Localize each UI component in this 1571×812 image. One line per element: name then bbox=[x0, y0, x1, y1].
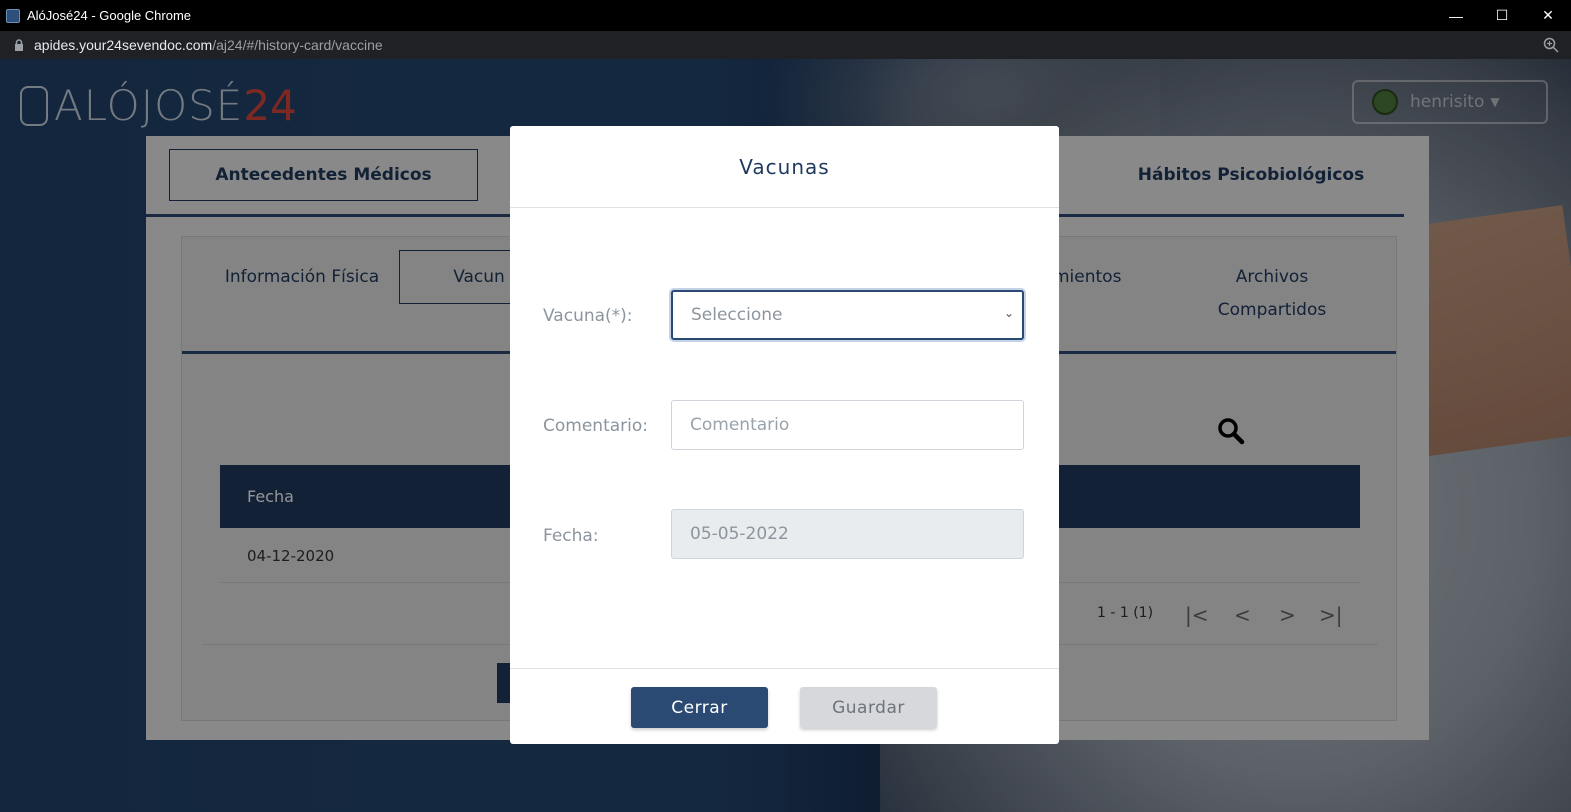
date-value: 05-05-2022 bbox=[690, 524, 789, 544]
url-path: /aj24/#/history-card/vaccine bbox=[212, 37, 383, 53]
close-button[interactable]: Cerrar bbox=[631, 687, 768, 728]
site-favicon-icon bbox=[6, 8, 20, 23]
modal-title: Vacunas bbox=[739, 154, 830, 179]
date-label: Fecha: bbox=[543, 526, 599, 546]
lock-icon bbox=[12, 38, 26, 52]
modal-footer: Cerrar Guardar bbox=[510, 668, 1059, 744]
address-bar[interactable]: apides.your24sevendoc.com /aj24/#/histor… bbox=[0, 31, 1571, 59]
browser-titlebar: AlóJosé24 - Google Chrome — ☐ ✕ bbox=[0, 0, 1571, 31]
modal-header: Vacunas bbox=[510, 126, 1059, 208]
date-field: 05-05-2022 bbox=[671, 509, 1024, 559]
close-icon[interactable]: ✕ bbox=[1525, 0, 1571, 31]
comment-label: Comentario: bbox=[543, 416, 648, 436]
vaccine-select-value: Seleccione bbox=[691, 305, 783, 325]
comment-input[interactable]: Comentario bbox=[671, 400, 1024, 450]
vaccine-select[interactable]: Seleccione ⌄ bbox=[671, 290, 1024, 340]
url-host: apides.your24sevendoc.com bbox=[34, 37, 213, 53]
comment-placeholder: Comentario bbox=[690, 415, 790, 435]
chevron-down-icon: ⌄ bbox=[1003, 306, 1014, 320]
vaccine-label: Vacuna(*): bbox=[543, 306, 633, 326]
zoom-icon[interactable] bbox=[1543, 37, 1559, 56]
window-title: AlóJosé24 - Google Chrome bbox=[27, 8, 192, 23]
vaccine-modal: Vacunas Vacuna(*): Seleccione ⌄ Comentar… bbox=[510, 126, 1059, 744]
save-button[interactable]: Guardar bbox=[800, 687, 937, 728]
maximize-icon[interactable]: ☐ bbox=[1479, 0, 1525, 31]
minimize-icon[interactable]: — bbox=[1433, 0, 1479, 31]
